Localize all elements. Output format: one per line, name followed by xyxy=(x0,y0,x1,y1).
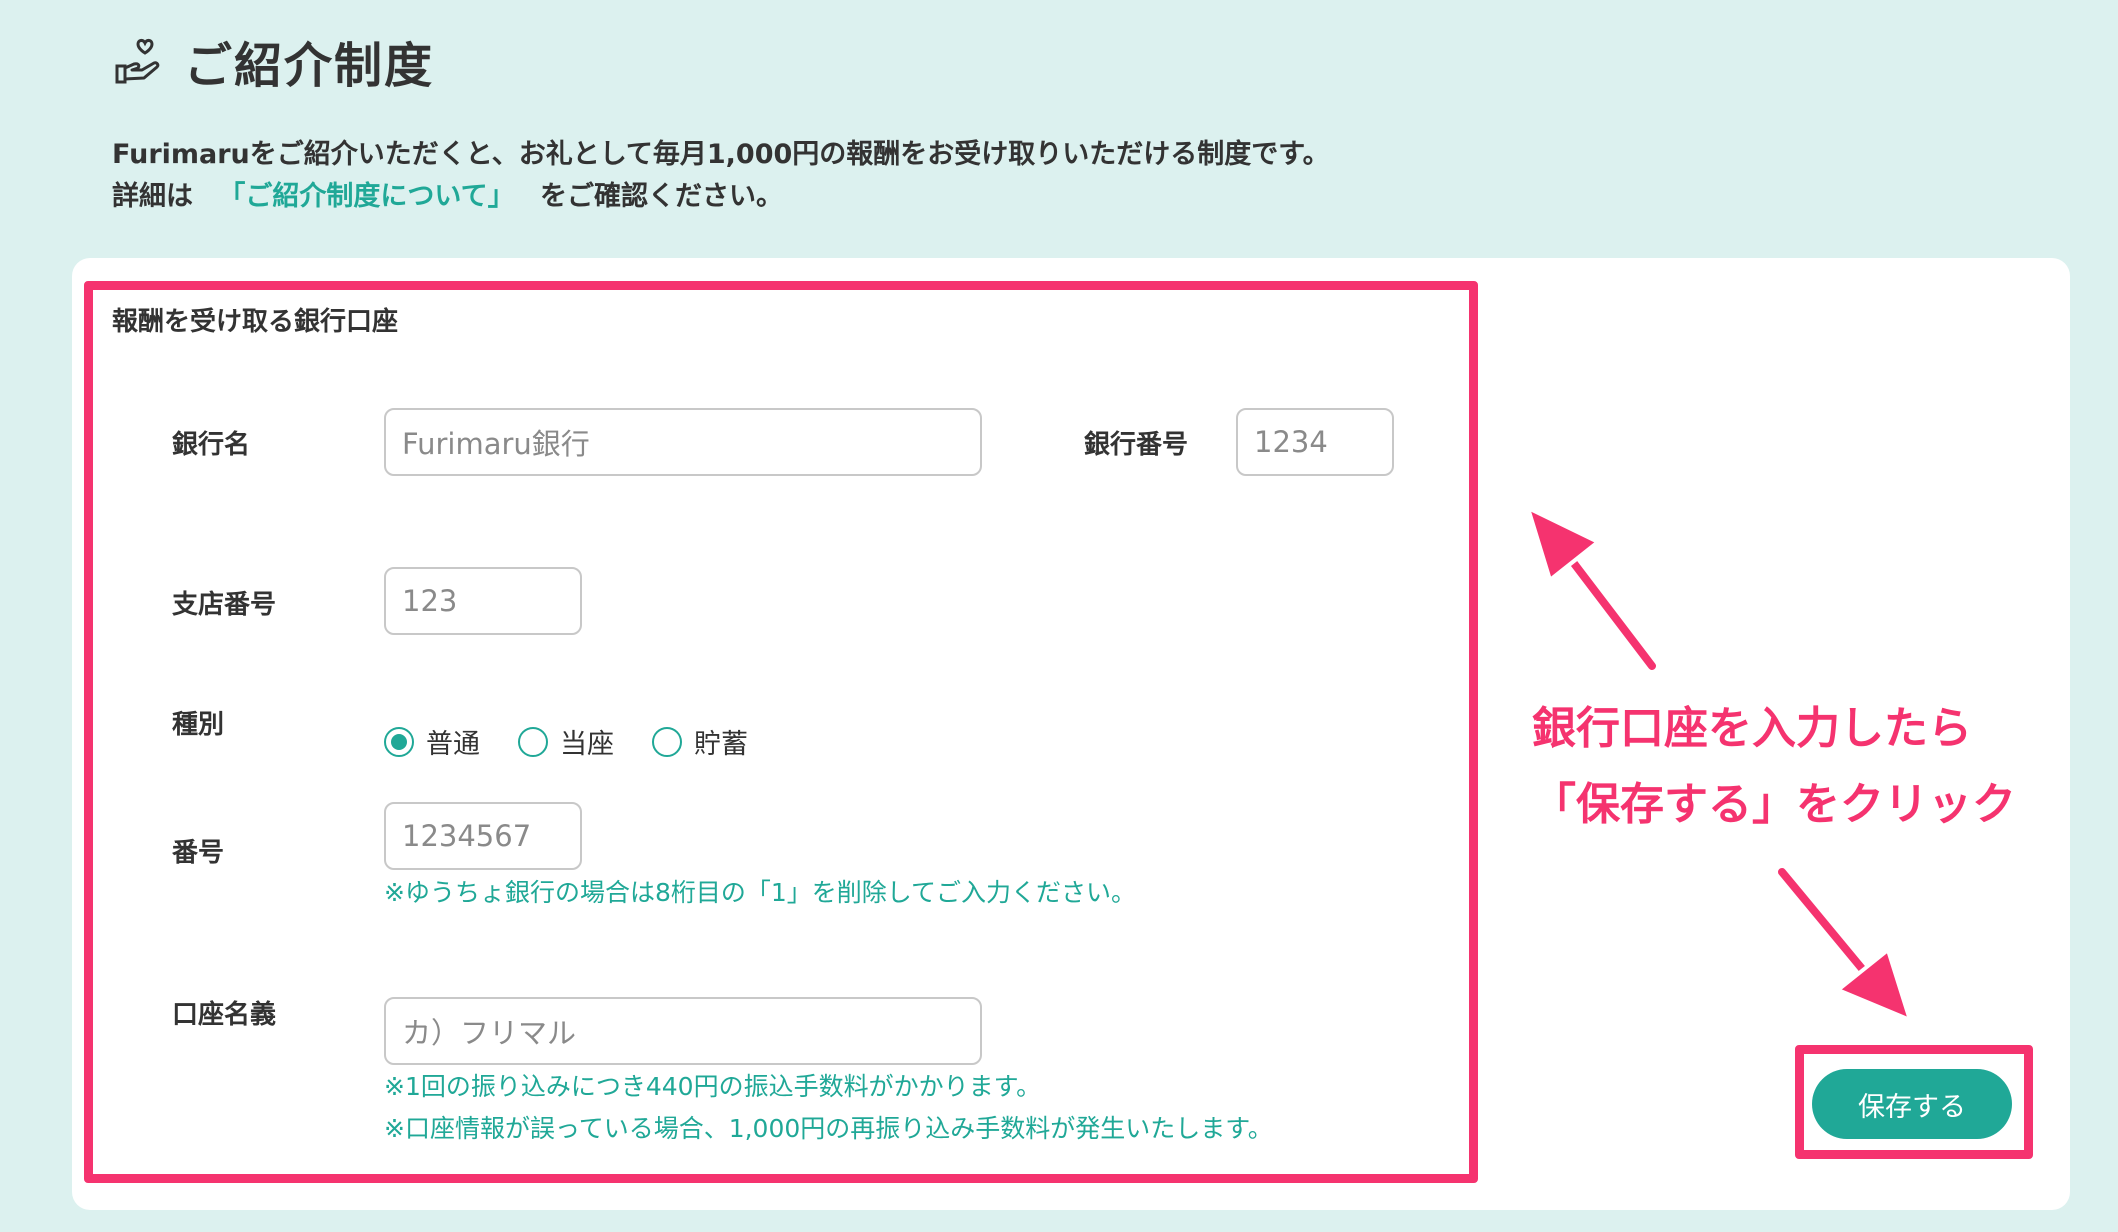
save-button[interactable]: 保存する xyxy=(1812,1069,2012,1139)
arrow-to-form-icon xyxy=(1526,506,1660,674)
arrow-to-save-icon xyxy=(1774,864,1912,1022)
